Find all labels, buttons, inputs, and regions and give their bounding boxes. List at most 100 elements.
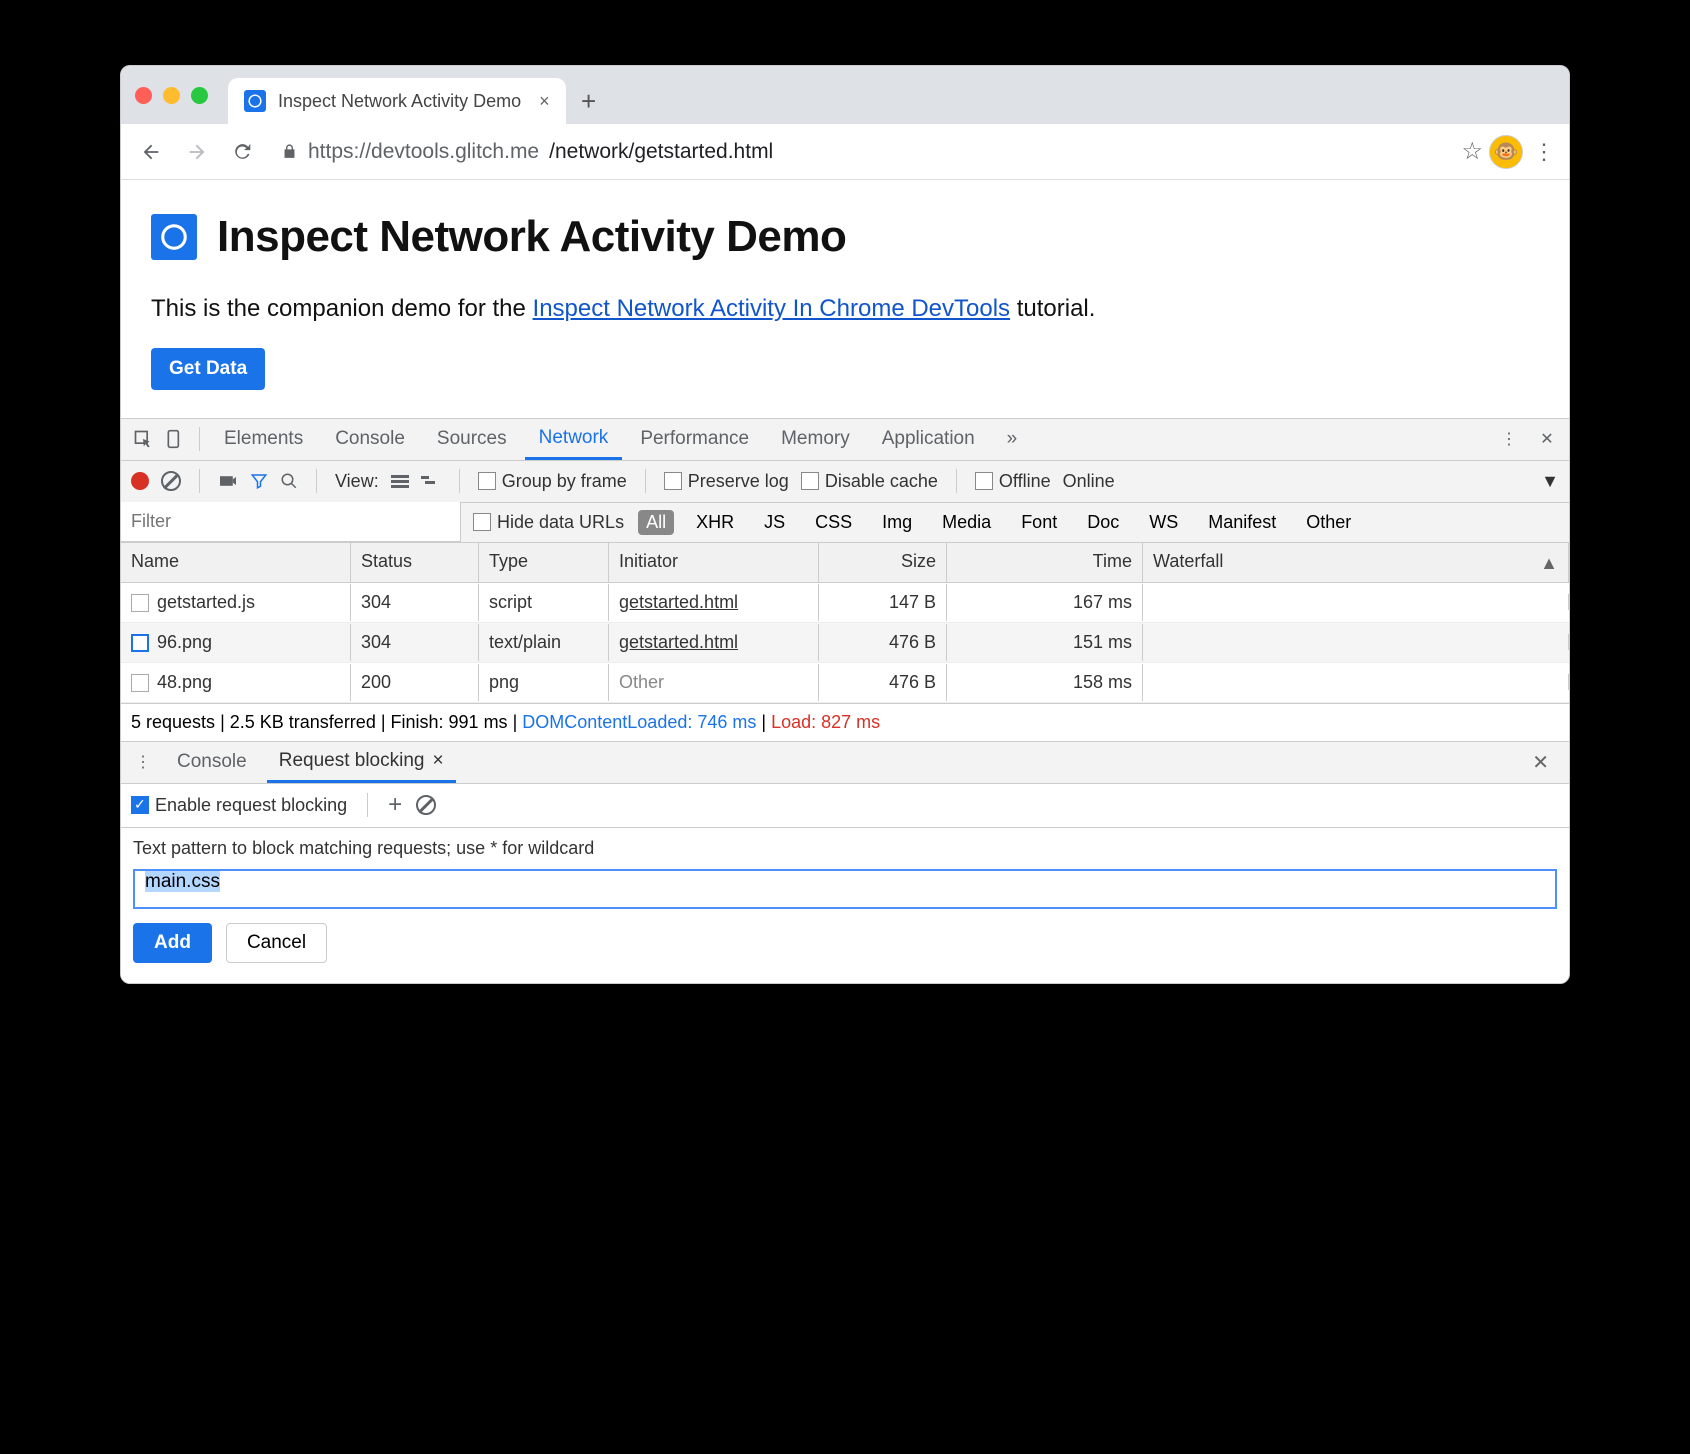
col-waterfall[interactable]: Waterfall▲ [1143, 543, 1569, 582]
devtools-panel: Elements Console Sources Network Perform… [121, 418, 1569, 983]
filter-css[interactable]: CSS [807, 510, 860, 535]
url-path: /network/getstarted.html [549, 140, 773, 164]
url-box[interactable]: https://devtools.glitch.me/network/getst… [269, 140, 1455, 164]
device-toggle-icon[interactable] [161, 425, 189, 453]
subtitle-post: tutorial. [1010, 295, 1095, 322]
view-label: View: [335, 471, 379, 492]
filter-doc[interactable]: Doc [1079, 510, 1127, 535]
col-size[interactable]: Size [819, 543, 947, 582]
remove-all-icon[interactable] [416, 795, 436, 815]
reload-button[interactable] [223, 132, 263, 172]
tab-application[interactable]: Application [868, 418, 989, 460]
get-data-button[interactable]: Get Data [151, 348, 265, 390]
tab-overflow-icon[interactable]: » [993, 418, 1032, 460]
browser-tab[interactable]: Inspect Network Activity Demo × [228, 78, 566, 124]
filter-all[interactable]: All [638, 510, 674, 535]
maximize-window-button[interactable] [191, 87, 208, 104]
col-time[interactable]: Time [947, 543, 1143, 582]
devtools-close-icon[interactable]: ✕ [1533, 425, 1561, 453]
record-button[interactable] [131, 472, 149, 490]
cancel-button[interactable]: Cancel [226, 923, 327, 963]
traffic-lights [135, 66, 228, 124]
camera-icon[interactable] [218, 473, 238, 489]
add-button[interactable]: Add [133, 923, 212, 963]
filter-font[interactable]: Font [1013, 510, 1065, 535]
tab-network[interactable]: Network [525, 418, 623, 460]
close-tab-icon[interactable]: × [539, 91, 550, 112]
pattern-input[interactable]: main.css [133, 869, 1557, 909]
col-initiator[interactable]: Initiator [609, 543, 819, 582]
table-row[interactable]: 96.png304text/plaingetstarted.html476 B1… [121, 623, 1569, 663]
close-icon[interactable]: × [432, 750, 443, 772]
filter-img[interactable]: Img [874, 510, 920, 535]
devtools-drawer: ⋮ Console Request blocking × ✕ Enable re… [121, 741, 1569, 983]
overview-icon[interactable] [421, 474, 441, 488]
drawer-tab-request-blocking[interactable]: Request blocking × [267, 741, 456, 783]
file-icon [131, 674, 149, 692]
search-icon[interactable] [280, 472, 298, 490]
tab-sources[interactable]: Sources [423, 418, 521, 460]
enable-blocking-checkbox[interactable]: Enable request blocking [131, 795, 347, 816]
favicon-icon [244, 90, 266, 112]
summary-requests: 5 requests [131, 712, 215, 732]
filter-toggle-icon[interactable] [250, 472, 268, 490]
filter-ws[interactable]: WS [1141, 510, 1186, 535]
col-status[interactable]: Status [351, 543, 479, 582]
minimize-window-button[interactable] [163, 87, 180, 104]
back-button[interactable] [131, 132, 171, 172]
tutorial-link[interactable]: Inspect Network Activity In Chrome DevTo… [533, 295, 1011, 322]
devtools-logo-icon [151, 214, 197, 260]
tab-performance[interactable]: Performance [626, 418, 763, 460]
devtools-menu-icon[interactable]: ⋮ [1495, 425, 1523, 453]
col-type[interactable]: Type [479, 543, 609, 582]
summary-transferred: 2.5 KB transferred [230, 712, 376, 732]
throttle-dropdown-icon[interactable]: ▼ [1541, 471, 1559, 492]
table-row[interactable]: getstarted.js304scriptgetstarted.html147… [121, 583, 1569, 623]
profile-avatar[interactable]: 🐵 [1489, 135, 1523, 169]
browser-window: Inspect Network Activity Demo × + https:… [120, 65, 1570, 984]
filter-manifest[interactable]: Manifest [1200, 510, 1284, 535]
group-by-frame-checkbox[interactable]: Group by frame [478, 471, 627, 492]
close-window-button[interactable] [135, 87, 152, 104]
summary-finish: Finish: 991 ms [391, 712, 508, 732]
disable-cache-checkbox[interactable]: Disable cache [801, 471, 938, 492]
filter-xhr[interactable]: XHR [688, 510, 742, 535]
table-row[interactable]: 48.png200pngOther476 B158 ms [121, 663, 1569, 703]
sort-icon: ▲ [1540, 553, 1558, 574]
filter-input[interactable] [121, 502, 461, 542]
tab-memory[interactable]: Memory [767, 418, 864, 460]
block-toolbar: Enable request blocking + [121, 784, 1569, 828]
col-name[interactable]: Name [121, 543, 351, 582]
drawer-close-icon[interactable]: ✕ [1520, 750, 1561, 775]
throttle-select[interactable]: Online [1063, 471, 1115, 492]
filter-other[interactable]: Other [1298, 510, 1359, 535]
network-table: Name Status Type Initiator Size Time Wat… [121, 543, 1569, 703]
filter-media[interactable]: Media [934, 510, 999, 535]
pattern-hint: Text pattern to block matching requests;… [133, 838, 1557, 859]
offline-checkbox[interactable]: Offline [975, 471, 1051, 492]
drawer-menu-icon[interactable]: ⋮ [129, 748, 157, 776]
summary-dcl: DOMContentLoaded: 746 ms [522, 712, 756, 732]
browser-menu-button[interactable]: ⋮ [1529, 139, 1559, 165]
preserve-log-checkbox[interactable]: Preserve log [664, 471, 789, 492]
subtitle-pre: This is the companion demo for the [151, 295, 533, 322]
drawer-tab-console[interactable]: Console [165, 741, 259, 783]
file-icon [131, 634, 149, 652]
url-host: https://devtools.glitch.me [308, 140, 539, 164]
address-bar: https://devtools.glitch.me/network/getst… [121, 124, 1569, 180]
bookmark-button[interactable]: ☆ [1461, 137, 1483, 166]
devtools-tabs: Elements Console Sources Network Perform… [121, 419, 1569, 461]
filter-js[interactable]: JS [756, 510, 793, 535]
forward-button[interactable] [177, 132, 217, 172]
large-rows-icon[interactable] [391, 474, 409, 488]
tab-elements[interactable]: Elements [210, 418, 317, 460]
network-summary: 5 requests | 2.5 KB transferred | Finish… [121, 703, 1569, 741]
clear-button[interactable] [161, 471, 181, 491]
tab-strip: Inspect Network Activity Demo × + [121, 66, 1569, 124]
hide-data-urls-checkbox[interactable]: Hide data URLs [473, 512, 624, 533]
add-pattern-icon[interactable]: + [388, 791, 402, 819]
tab-title: Inspect Network Activity Demo [278, 91, 521, 112]
new-tab-button[interactable]: + [566, 78, 612, 124]
inspect-element-icon[interactable] [129, 425, 157, 453]
tab-console[interactable]: Console [321, 418, 419, 460]
